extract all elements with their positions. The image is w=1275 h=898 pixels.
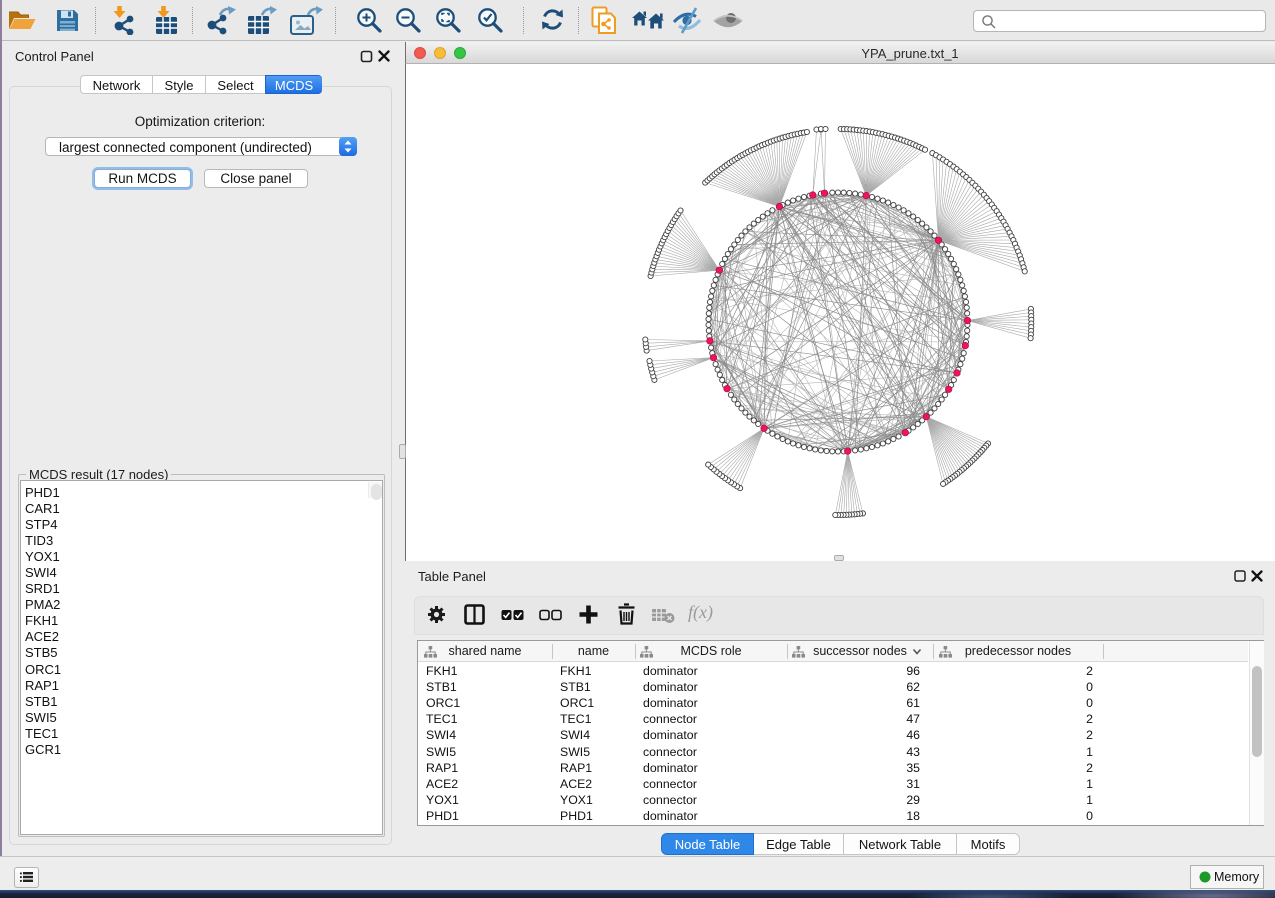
svg-text:Memory: Memory: [1214, 870, 1260, 884]
